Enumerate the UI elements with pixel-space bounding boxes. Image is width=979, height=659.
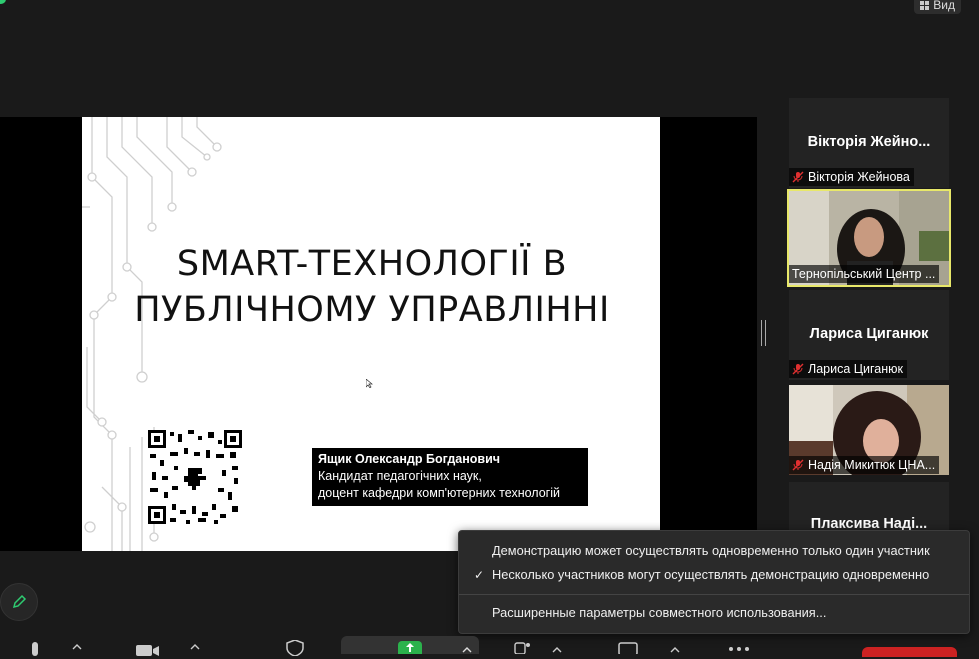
participant-name-tag: Тернопільський Центр ... [789, 265, 940, 283]
presentation-slide: SMART-ТЕХНОЛОГІЇ В ПУБЛІЧНОМУ УПРАВЛІННІ… [82, 117, 660, 551]
muted-mic-icon [792, 459, 804, 471]
menu-item-label: Демонстрацию может осуществлять одноврем… [492, 543, 930, 558]
top-bar: Вид [0, 0, 979, 18]
checkmark-icon: ✓ [474, 568, 485, 582]
participant-tile[interactable]: Лариса Циганюк Лариса Циганюк [789, 290, 949, 380]
menu-item-single-participant-share[interactable]: Демонстрацию может осуществлять одноврем… [459, 540, 969, 562]
chevron-up-icon[interactable] [190, 642, 200, 652]
author-degree: Кандидат педагогічних наук, [318, 469, 482, 483]
chevron-up-icon[interactable] [72, 642, 82, 652]
participant-display-name: Лариса Циганюк [809, 326, 929, 342]
participant-name-tag: Вікторія Жейнова [789, 168, 914, 186]
share-screen-button[interactable] [398, 641, 422, 654]
chevron-up-icon[interactable] [462, 645, 472, 654]
annotate-button[interactable] [0, 583, 38, 621]
participant-name-tag: Надія Микитюк ЦНА... [789, 456, 940, 474]
chevron-up-icon[interactable] [552, 645, 562, 654]
menu-divider [459, 594, 969, 595]
author-caption: Ящик Олександр Богданович Кандидат педаг… [312, 448, 588, 506]
encryption-status-icon [0, 0, 6, 4]
pencil-icon [12, 594, 27, 609]
shared-screen[interactable]: SMART-ТЕХНОЛОГІЇ В ПУБЛІЧНОМУ УПРАВЛІННІ… [0, 117, 757, 551]
more-icon[interactable] [728, 646, 750, 652]
author-position: доцент кафедри комп'ютерних технологій [318, 486, 560, 500]
mouse-cursor-icon [366, 379, 373, 388]
participant-name-tag: Лариса Циганюк [789, 360, 907, 378]
muted-mic-icon [792, 171, 804, 183]
menu-item-advanced-sharing-options[interactable]: Расширенные параметры совместного исполь… [459, 602, 969, 624]
muted-mic-icon [792, 363, 804, 375]
qr-code [148, 430, 242, 524]
participant-name: Вікторія Жейнова [808, 170, 910, 184]
participant-video[interactable]: Надія Микитюк ЦНА... [789, 385, 949, 475]
meeting-toolbar [0, 636, 979, 656]
view-button[interactable]: Вид [914, 0, 961, 14]
participants-icon[interactable] [514, 642, 532, 654]
participant-name: Тернопільський Центр ... [792, 267, 936, 281]
menu-item-label: Расширенные параметры совместного исполь… [492, 605, 827, 620]
view-button-label: Вид [933, 0, 955, 12]
menu-item-multiple-participants-share[interactable]: ✓ Несколько участников могут осуществлят… [459, 564, 969, 586]
participant-name: Надія Микитюк ЦНА... [808, 458, 936, 472]
participant-display-name: Вікторія Жейно... [807, 134, 931, 150]
participant-name: Лариса Циганюк [808, 362, 903, 376]
participant-tile[interactable]: Вікторія Жейно... Вікторія Жейнова [789, 98, 949, 188]
share-screen-icon [406, 643, 414, 652]
slide-title: SMART-ТЕХНОЛОГІЇ В ПУБЛІЧНОМУ УПРАВЛІННІ [134, 244, 610, 330]
share-options-menu: Демонстрацию может осуществлять одноврем… [458, 530, 970, 634]
end-meeting-button[interactable] [862, 647, 957, 657]
participant-video-active-speaker[interactable]: Тернопільський Центр ... [787, 189, 951, 287]
chat-icon[interactable] [618, 642, 638, 654]
chevron-up-icon[interactable] [670, 645, 680, 654]
menu-item-label: Несколько участников могут осуществлять … [492, 567, 930, 582]
author-name: Ящик Олександр Богданович [318, 452, 501, 466]
gallery-resize-handle[interactable] [761, 320, 766, 346]
view-grid-icon [920, 0, 930, 10]
